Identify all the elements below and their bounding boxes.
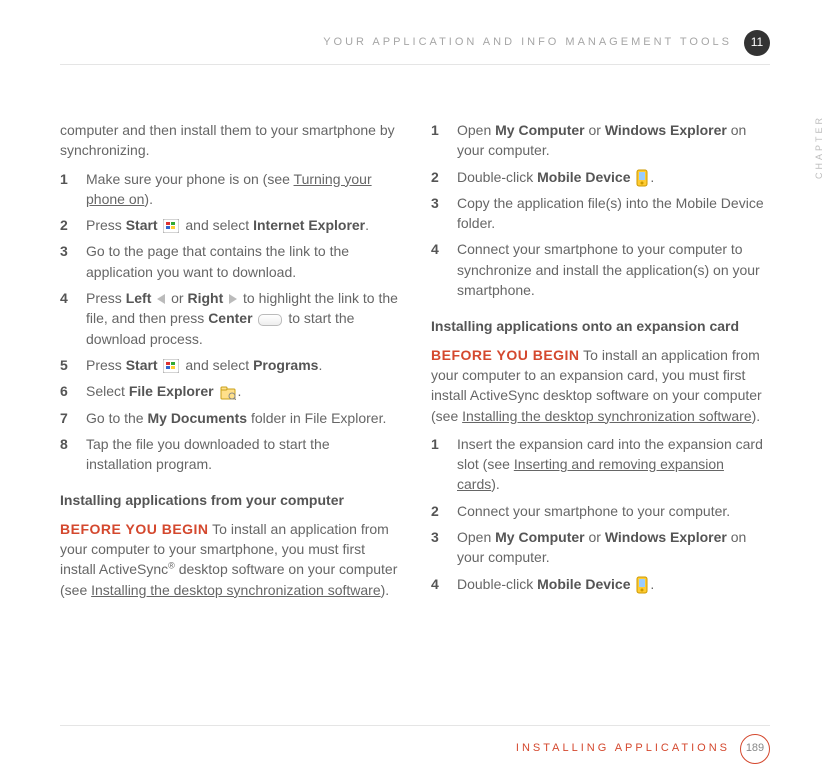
footer-label: INSTALLING APPLICATIONS — [516, 741, 730, 757]
section-heading: Installing applications from your comput… — [60, 490, 399, 510]
intro-text: computer and then install them to your s… — [60, 120, 399, 161]
step-body: Double-click Mobile Device . — [457, 167, 770, 187]
step-body: Make sure your phone is on (see Turning … — [86, 169, 399, 210]
step-number: 4 — [60, 288, 74, 308]
page-footer: INSTALLING APPLICATIONS 189 — [60, 725, 770, 764]
left-arrow-icon — [157, 294, 165, 304]
step-number: 1 — [431, 434, 445, 454]
step-body: Connect your smartphone to your computer… — [457, 501, 770, 521]
before-label: BEFORE YOU BEGIN — [60, 521, 209, 537]
right-steps-list-1: 1 Open My Computer or Windows Explorer o… — [431, 120, 770, 300]
step-number: 4 — [431, 574, 445, 594]
section-heading: Installing applications onto an expansio… — [431, 316, 770, 336]
chapter-side-label: CHAPTER — [813, 115, 825, 179]
before-you-begin: BEFORE YOU BEGIN To install an applicati… — [431, 345, 770, 426]
step-number: 8 — [60, 434, 74, 454]
page-number-badge: 189 — [740, 734, 770, 764]
step-number: 3 — [60, 241, 74, 261]
step-body: Select File Explorer . — [86, 381, 399, 401]
step-body: Open My Computer or Windows Explorer on … — [457, 527, 770, 568]
before-label: BEFORE YOU BEGIN — [431, 347, 580, 363]
right-column: 1 Open My Computer or Windows Explorer o… — [431, 120, 770, 608]
mobile-device-icon — [636, 169, 648, 187]
step-number: 3 — [431, 527, 445, 547]
step-number: 2 — [431, 167, 445, 187]
left-steps-list: 1 Make sure your phone is on (see Turnin… — [60, 169, 399, 475]
file-explorer-icon — [220, 386, 236, 400]
mobile-device-icon — [636, 576, 648, 594]
step-number: 4 — [431, 239, 445, 259]
page-header: YOUR APPLICATION AND INFO MANAGEMENT TOO… — [60, 30, 770, 65]
right-arrow-icon — [229, 294, 237, 304]
step-number: 1 — [60, 169, 74, 189]
step-number: 2 — [60, 215, 74, 235]
before-you-begin: BEFORE YOU BEGIN To install an applicati… — [60, 519, 399, 600]
step-body: Open My Computer or Windows Explorer on … — [457, 120, 770, 161]
step-number: 5 — [60, 355, 74, 375]
step-body: Copy the application file(s) into the Mo… — [457, 193, 770, 234]
step-body: Connect your smartphone to your computer… — [457, 239, 770, 300]
step-body: Press Start and select Programs. — [86, 355, 399, 375]
link-install-desktop-sync[interactable]: Installing the desktop synchronization s… — [462, 408, 752, 424]
link-install-desktop-sync[interactable]: Installing the desktop synchronization s… — [91, 582, 381, 598]
start-icon — [163, 219, 179, 233]
step-body: Tap the file you downloaded to start the… — [86, 434, 399, 475]
start-icon — [163, 359, 179, 373]
step-body: Go to the My Documents folder in File Ex… — [86, 408, 399, 428]
step-body: Double-click Mobile Device . — [457, 574, 770, 594]
step-body: Insert the expansion card into the expan… — [457, 434, 770, 495]
step-body: Press Start and select Internet Explorer… — [86, 215, 399, 235]
step-number: 6 — [60, 381, 74, 401]
step-number: 7 — [60, 408, 74, 428]
header-label: YOUR APPLICATION AND INFO MANAGEMENT TOO… — [323, 35, 732, 51]
step-number: 1 — [431, 120, 445, 140]
left-column: computer and then install them to your s… — [60, 120, 399, 608]
center-button-icon — [258, 314, 282, 326]
right-steps-list-2: 1 Insert the expansion card into the exp… — [431, 434, 770, 594]
chapter-number-badge: 11 — [744, 30, 770, 56]
step-number: 3 — [431, 193, 445, 213]
step-number: 2 — [431, 501, 445, 521]
step-body: Go to the page that contains the link to… — [86, 241, 399, 282]
step-body: Press Left or Right to highlight the lin… — [86, 288, 399, 349]
